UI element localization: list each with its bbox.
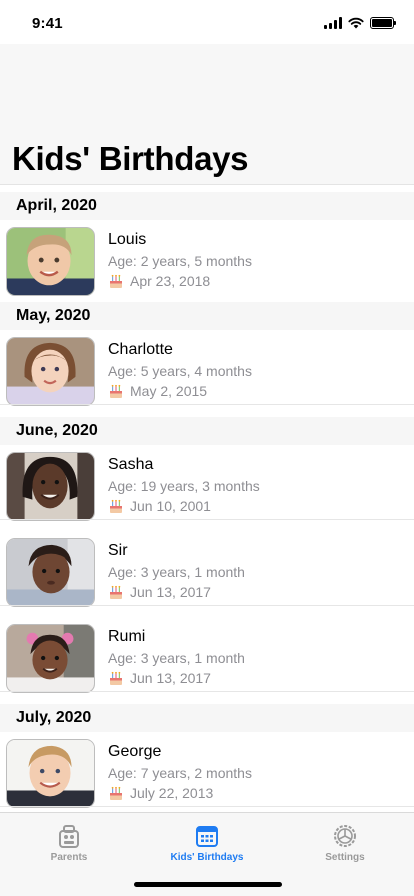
status-bar: 9:41 — [0, 0, 414, 44]
kid-age: Age: 2 years, 5 months — [108, 253, 252, 269]
avatar — [6, 337, 95, 406]
kid-birthday: Jun 13, 2017 — [130, 670, 211, 686]
tab-label: Kids' Birthdays — [170, 852, 244, 863]
birthday-line: July 22, 2013 — [108, 785, 213, 801]
kid-birthday: Jun 13, 2017 — [130, 584, 211, 600]
battery-icon — [370, 17, 396, 29]
list-item-louis[interactable]: Louis Age: 2 years, 5 months Apr 23, 201… — [0, 220, 414, 296]
kid-age: Age: 3 years, 1 month — [108, 564, 245, 580]
avatar — [6, 624, 95, 693]
section-header-label: April, 2020 — [16, 197, 97, 214]
parents-icon — [59, 825, 79, 848]
tab-parents[interactable]: Parents — [0, 823, 138, 863]
list-item-sir[interactable]: Sir Age: 3 years, 1 month Jun 13, 2017 — [0, 531, 414, 607]
avatar — [6, 452, 95, 521]
tab-label: Parents — [50, 852, 88, 863]
gear-icon — [334, 825, 356, 847]
section-header-label: June, 2020 — [16, 422, 98, 439]
kid-age: Age: 5 years, 4 months — [108, 363, 252, 379]
cellular-signal-icon — [324, 17, 342, 29]
wifi-icon — [348, 17, 364, 29]
kid-birthday: Jun 10, 2001 — [130, 498, 211, 514]
section-header-june: June, 2020 — [0, 417, 414, 445]
kid-name: Sasha — [108, 456, 154, 473]
list-item-sasha[interactable]: Sasha Age: 19 years, 3 months Jun 10, 20… — [0, 445, 414, 521]
birthday-line: Apr 23, 2018 — [108, 273, 210, 289]
birthday-line: Jun 13, 2017 — [108, 584, 211, 600]
tab-label: Settings — [325, 852, 365, 863]
navigation-bar: Kids' Birthdays — [0, 44, 414, 185]
kid-name: Louis — [108, 231, 147, 248]
birthday-line: Jun 13, 2017 — [108, 670, 211, 686]
birthday-cake-icon — [110, 274, 122, 288]
list-item-george[interactable]: George Age: 7 years, 2 months July 22, 2… — [0, 732, 414, 808]
tab-kids-birthdays[interactable]: Kids' Birthdays — [138, 823, 276, 863]
birthday-cake-icon — [110, 499, 122, 513]
kid-name: George — [108, 743, 162, 760]
section-header-label: May, 2020 — [16, 307, 91, 324]
avatar — [6, 739, 95, 808]
calendar-icon — [196, 826, 218, 847]
birthday-line: Jun 10, 2001 — [108, 498, 211, 514]
birthday-cake-icon — [110, 585, 122, 599]
kid-age: Age: 7 years, 2 months — [108, 765, 252, 781]
status-icons — [324, 17, 396, 29]
section-header-april: April, 2020 — [0, 192, 414, 220]
status-time: 9:41 — [32, 15, 63, 32]
birthday-cake-icon — [110, 384, 122, 398]
kid-birthday: May 2, 2015 — [130, 383, 208, 399]
kid-age: Age: 19 years, 3 months — [108, 478, 260, 494]
home-indicator[interactable] — [134, 882, 282, 887]
avatar — [6, 227, 95, 296]
section-header-may: May, 2020 — [0, 302, 414, 330]
avatar — [6, 538, 95, 607]
kid-name: Sir — [108, 542, 128, 559]
page-title: Kids' Birthdays — [12, 140, 249, 177]
birthday-cake-icon — [110, 786, 122, 800]
birthday-line: May 2, 2015 — [108, 383, 207, 399]
kid-name: Rumi — [108, 628, 146, 645]
tab-settings[interactable]: Settings — [276, 823, 414, 863]
kid-age: Age: 3 years, 1 month — [108, 650, 245, 666]
birthday-cake-icon — [110, 671, 122, 685]
section-header-july: July, 2020 — [0, 704, 414, 732]
list-item-charlotte[interactable]: Charlotte Age: 5 years, 4 months May 2, … — [0, 330, 414, 406]
kid-birthday: July 22, 2013 — [130, 785, 214, 801]
list-item-rumi[interactable]: Rumi Age: 3 years, 1 month Jun 13, 2017 — [0, 617, 414, 693]
section-header-label: July, 2020 — [16, 709, 92, 726]
kid-name: Charlotte — [108, 341, 173, 358]
kid-birthday: Apr 23, 2018 — [130, 273, 211, 289]
